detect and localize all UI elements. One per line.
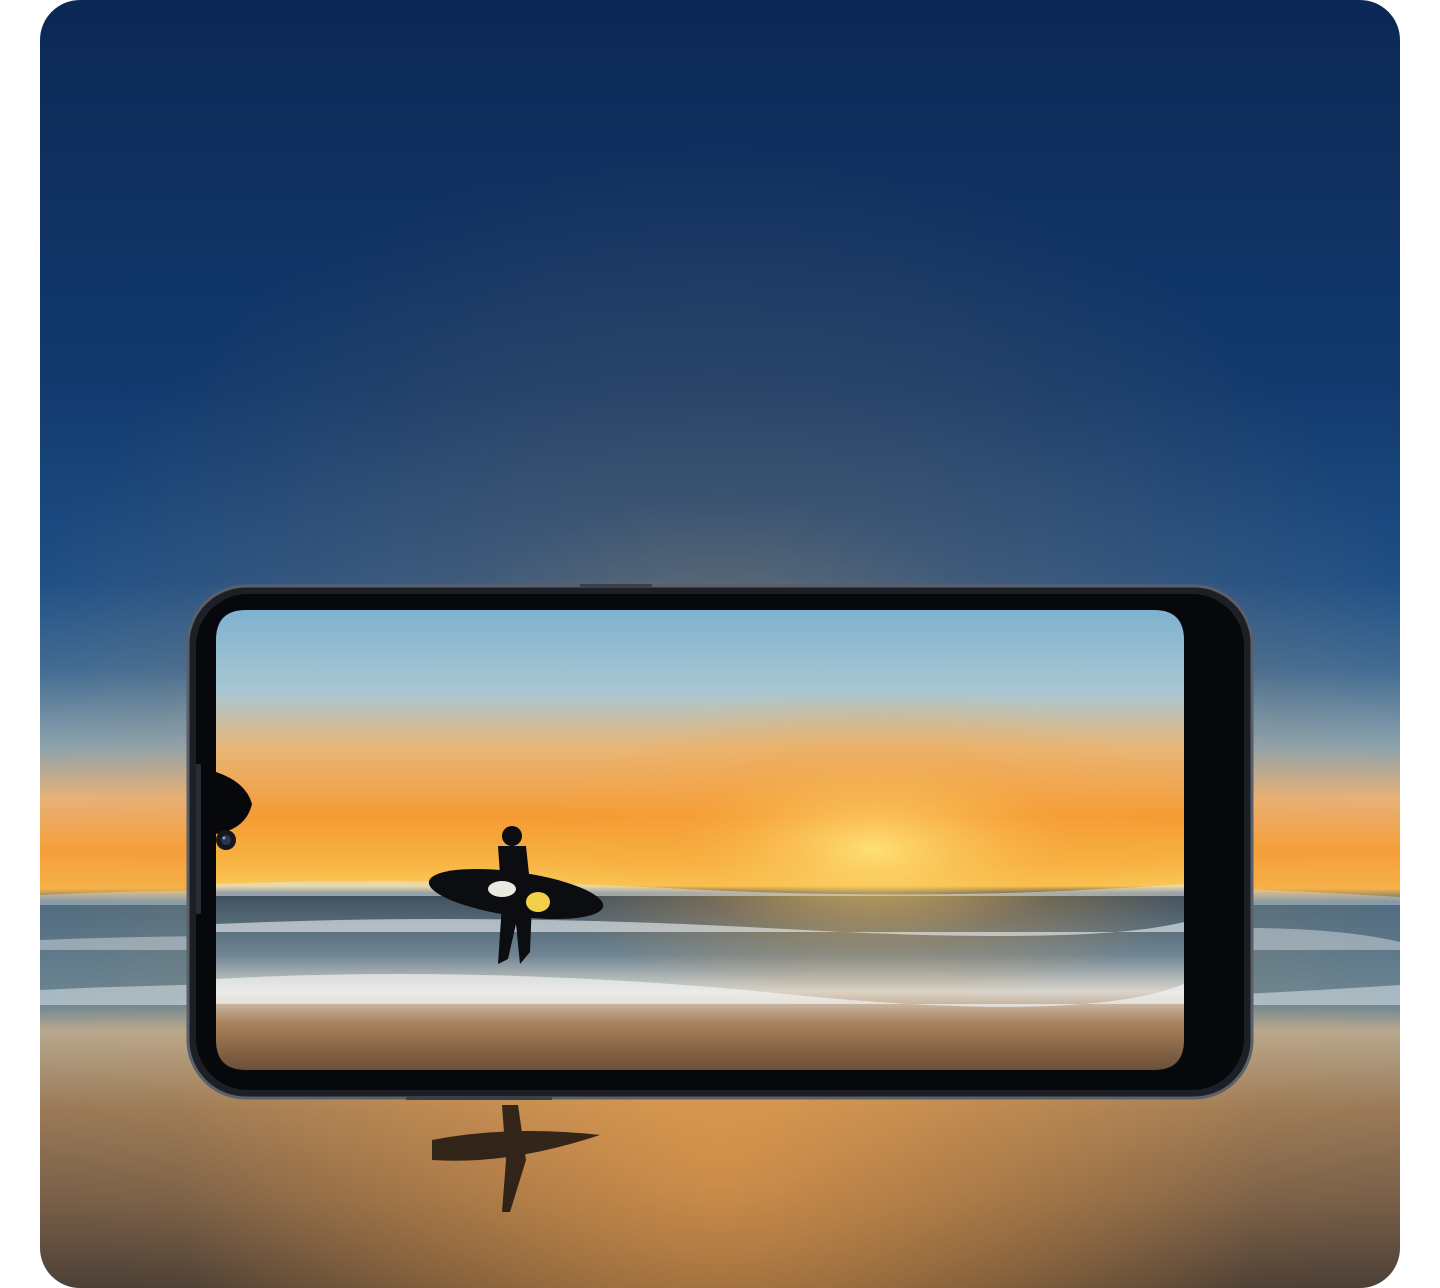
phone-device [186, 584, 1254, 1100]
phone-screen [216, 610, 1184, 1070]
hero-image [40, 0, 1400, 1288]
volume-button [580, 584, 652, 587]
power-button [406, 1097, 552, 1100]
front-camera-icon [216, 830, 236, 850]
